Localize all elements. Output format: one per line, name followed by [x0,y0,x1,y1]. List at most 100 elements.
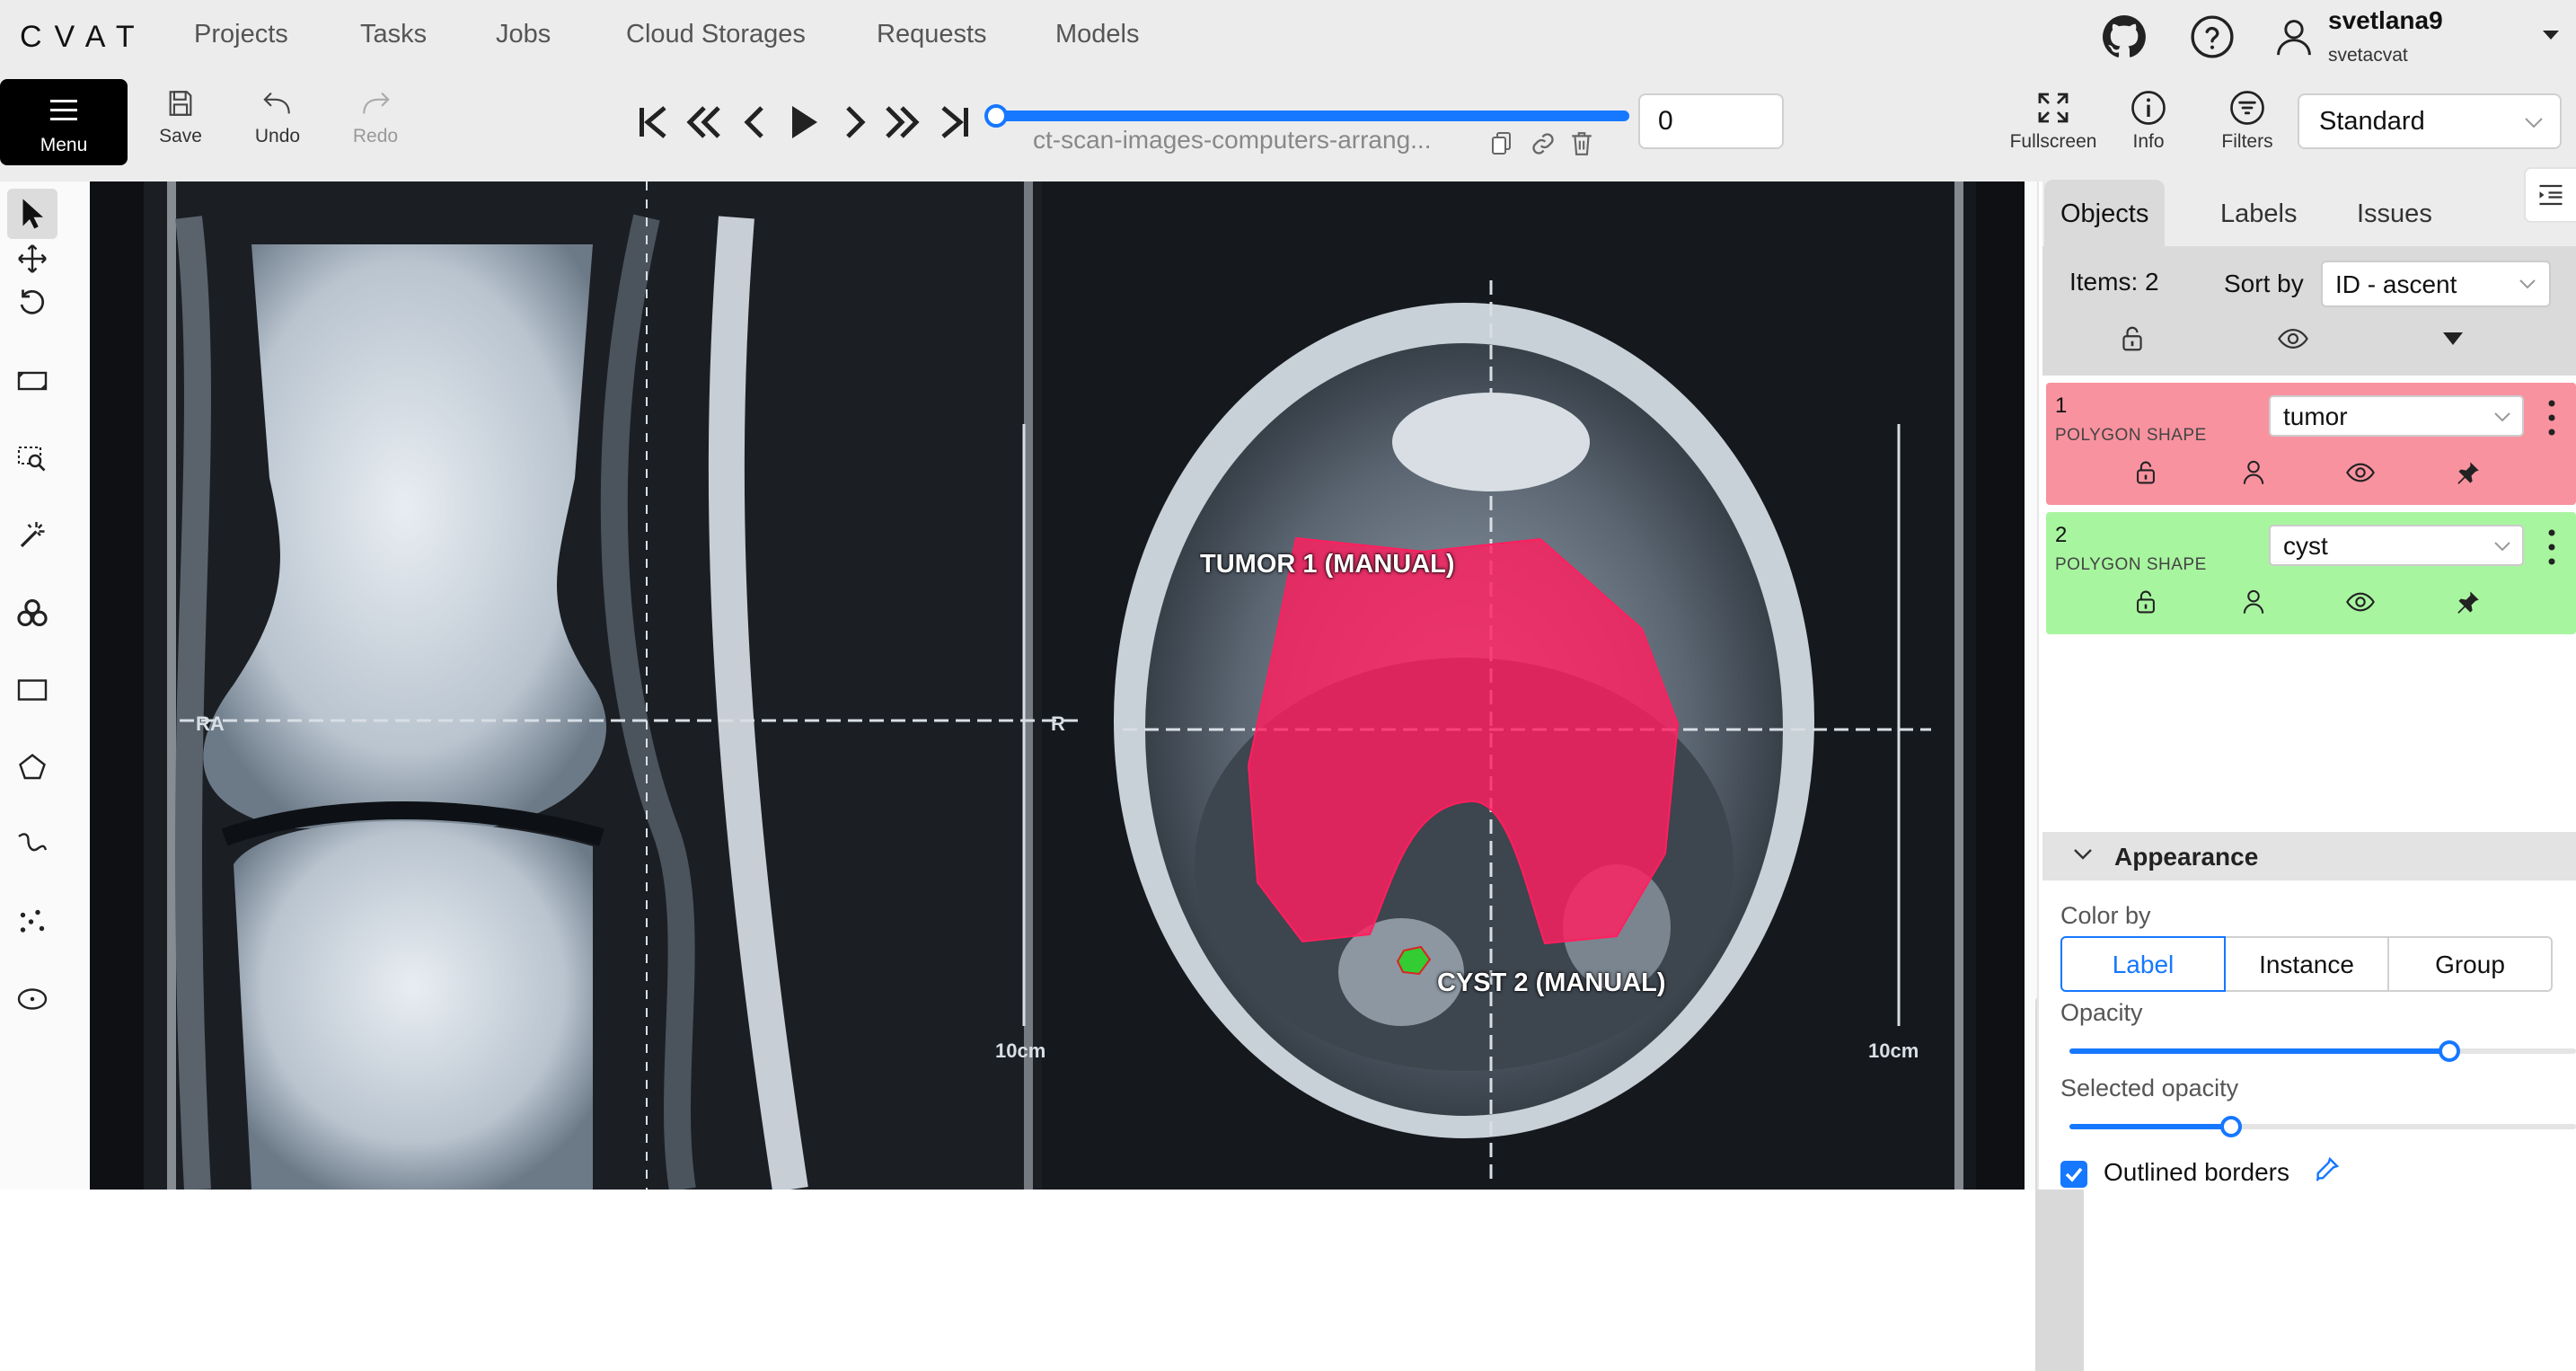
first-frame-button[interactable] [632,99,674,144]
collapse-all-icon[interactable] [2441,331,2465,347]
cursor-icon [22,199,43,229]
chevron-down-icon [2519,279,2536,289]
github-icon[interactable] [2102,14,2147,59]
object-card-1[interactable]: 1 POLYGON SHAPE tumor [2046,383,2576,505]
help-icon[interactable] [2190,14,2235,59]
filters-label: Filters [2221,131,2273,152]
annotation-canvas[interactable]: 10cm 10cm RA R TUMOR 1 (MANUAL) CYST 2 (… [90,181,2025,1190]
mri-image: 10cm 10cm RA R [90,181,2025,1190]
polygon-tool[interactable] [7,742,57,792]
appearance-header[interactable]: Appearance [2042,832,2576,880]
svg-text:10cm: 10cm [1868,1039,1919,1062]
redo-button[interactable]: Redo [335,88,416,160]
user-icon[interactable] [2242,589,2265,615]
magic-wand-icon [20,522,45,548]
color-by-label: Color by [2060,902,2151,929]
more-options-icon[interactable] [2547,399,2556,437]
pin-icon[interactable] [2456,589,2481,615]
info-button[interactable]: Info [2127,90,2170,153]
color-by-instance-option[interactable]: Instance [2224,936,2389,992]
color-by-group-option[interactable]: Group [2387,936,2553,992]
tumor-annotation-label: TUMOR 1 (MANUAL) [1200,550,1455,579]
frame-slider-handle[interactable] [984,104,1008,128]
tab-labels[interactable]: Labels [2204,180,2313,246]
selected-opacity-label: Selected opacity [2060,1075,2239,1101]
tab-issues[interactable]: Issues [2341,180,2448,246]
polyline-tool[interactable] [7,819,57,870]
nav-tasks[interactable]: Tasks [360,20,427,49]
chevron-right-icon [846,106,866,138]
nav-requests[interactable]: Requests [877,20,987,49]
frame-slider[interactable] [984,104,1629,128]
cvat-logo[interactable]: CVAT [20,20,147,55]
double-left-icon [686,106,720,138]
fast-backward-button[interactable] [683,99,724,144]
fit-image-tool[interactable] [7,356,57,406]
object-label-select[interactable]: tumor [2269,395,2524,437]
menu-button[interactable]: Menu [0,79,128,165]
nav-jobs[interactable]: Jobs [496,20,551,49]
play-button[interactable] [783,99,825,144]
user-organization[interactable]: svetacvat [2328,45,2408,66]
tab-objects[interactable]: Objects [2044,180,2166,246]
color-by-label-option[interactable]: Label [2060,936,2226,992]
previous-frame-button[interactable] [735,99,776,144]
eye-icon[interactable] [2346,460,2375,485]
outlined-borders-checkbox[interactable] [2060,1161,2087,1188]
svg-text:10cm: 10cm [995,1039,1045,1062]
collapse-sidebar-button[interactable] [2524,167,2576,223]
save-button[interactable]: Save [140,88,221,160]
info-label: Info [2132,131,2165,152]
frame-number-input[interactable] [1638,93,1784,149]
link-icon[interactable] [1531,131,1556,156]
hamburger-icon [50,100,77,120]
user-icon[interactable] [2242,460,2265,485]
outlined-borders-label: Outlined borders [2104,1158,2290,1186]
caret-down-icon[interactable] [2542,29,2560,41]
object-card-2[interactable]: 2 POLYGON SHAPE cyst [2046,512,2576,634]
object-label-select[interactable]: cyst [2269,525,2524,566]
points-tool[interactable] [7,897,57,947]
chevron-down-icon [2494,542,2510,552]
nav-models[interactable]: Models [1055,20,1140,49]
workspace-select[interactable]: Standard [2298,93,2562,149]
selected-opacity-slider[interactable] [2069,1116,2576,1137]
openvino-tool[interactable] [7,588,57,638]
delete-icon[interactable] [1570,131,1593,156]
sort-select[interactable]: ID - ascent [2321,261,2551,307]
lock-all-icon[interactable] [2120,325,2145,352]
show-all-icon[interactable] [2278,325,2308,352]
selected-opacity-slider-handle[interactable] [2220,1116,2243,1137]
rectangle-tool[interactable] [7,665,57,715]
fast-forward-button[interactable] [882,99,923,144]
filters-button[interactable]: Filters [2219,90,2276,153]
zoom-region-tool[interactable] [7,433,57,483]
menu-label: Menu [40,135,88,155]
info-icon [2131,91,2166,125]
last-frame-button[interactable] [934,99,975,144]
svg-text:R: R [1051,712,1065,735]
next-frame-button[interactable] [834,99,875,144]
nav-cloud-storages[interactable]: Cloud Storages [626,20,806,49]
chevron-left-icon [744,106,763,138]
user-icon[interactable] [2274,16,2314,57]
lock-icon[interactable] [2134,460,2157,485]
undo-button[interactable]: Undo [237,88,318,160]
nav-projects[interactable]: Projects [194,20,288,49]
ellipse-tool[interactable] [7,974,57,1024]
pin-icon[interactable] [2456,460,2481,485]
magic-wand-tool[interactable] [7,510,57,561]
eye-icon[interactable] [2346,589,2375,615]
fit-image-icon [17,371,48,391]
lock-icon[interactable] [2134,589,2157,615]
more-options-icon[interactable] [2547,528,2556,566]
cursor-tool[interactable] [7,189,57,239]
rotate-tool[interactable] [7,277,57,327]
opacity-slider[interactable] [2069,1040,2576,1062]
fullscreen-button[interactable]: Fullscreen [2007,90,2100,153]
user-name[interactable]: svetlana9 [2328,6,2443,35]
eyedropper-icon[interactable] [2312,1155,2341,1184]
opacity-slider-handle[interactable] [2439,1040,2460,1062]
copy-icon[interactable] [1491,131,1513,156]
opacity-slider-fill [2069,1048,2449,1054]
